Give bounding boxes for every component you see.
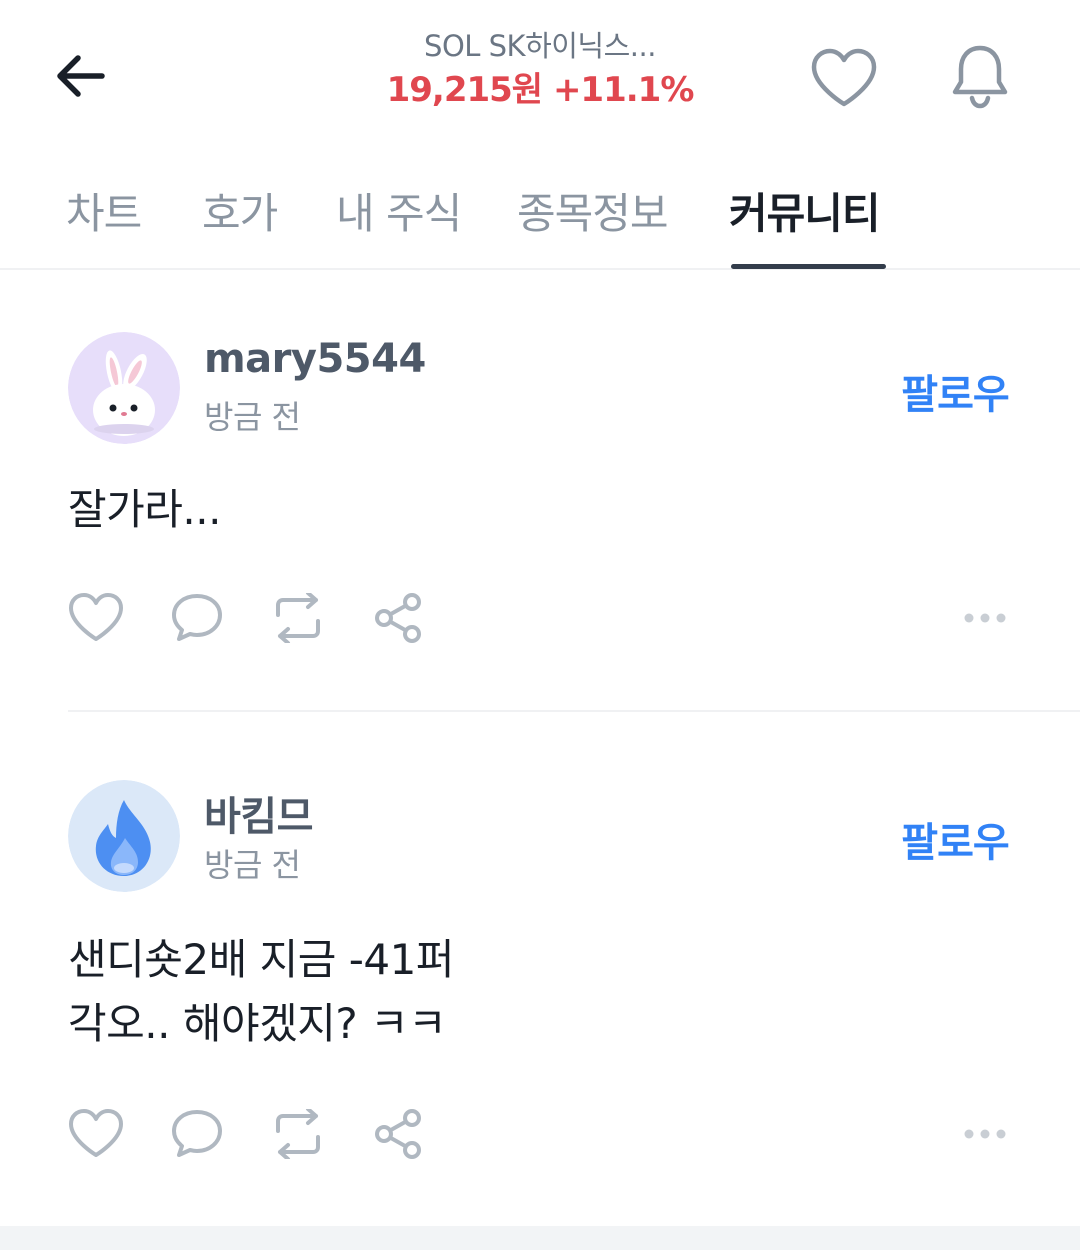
back-arrow-icon	[57, 55, 105, 97]
favorite-button[interactable]	[808, 42, 880, 114]
post-text-line: 잘가라...	[68, 485, 221, 534]
post-text-line: 각오.. 해야겠지? ㅋㅋ	[68, 999, 447, 1048]
repost-icon	[276, 1109, 320, 1159]
avatar[interactable]	[68, 332, 180, 444]
more-options-button[interactable]	[950, 586, 1020, 650]
share-button[interactable]	[367, 1102, 431, 1166]
username[interactable]: mary5544	[204, 336, 426, 382]
active-tab-indicator	[731, 264, 886, 269]
post-actions	[0, 1102, 1080, 1166]
comment-icon	[172, 594, 222, 641]
bell-icon	[952, 45, 1008, 109]
post: 바킴므 방금 전 팔로우 샌디숏2배 지금 -41퍼 각오.. 해야겠지? ㅋㅋ	[0, 712, 1080, 1226]
like-button[interactable]	[64, 1102, 128, 1166]
post-text-line: 샌디숏2배 지금 -41퍼	[68, 935, 455, 984]
stock-name: SOL SK하이닉스...	[424, 29, 656, 63]
tab-community[interactable]: 커뮤니티	[729, 180, 881, 241]
follow-button[interactable]: 팔로우	[880, 362, 1030, 420]
like-icon	[69, 593, 123, 641]
repost-button[interactable]	[266, 1102, 330, 1166]
comment-icon	[172, 1110, 222, 1157]
section-separator	[0, 1226, 1080, 1250]
comment-button[interactable]	[165, 586, 229, 650]
post-time: 방금 전	[204, 398, 301, 436]
post-body: 잘가라...	[68, 478, 221, 542]
top-bar: SOL SK하이닉스... 19,215원 +11.1%	[0, 0, 1080, 150]
tab-my-stock[interactable]: 내 주식	[336, 180, 462, 241]
more-options-button[interactable]	[950, 1102, 1020, 1166]
avatar[interactable]	[68, 780, 180, 892]
like-icon	[69, 1109, 123, 1157]
post-actions	[0, 586, 1080, 650]
stock-price-line: 19,215원 +11.1%	[290, 66, 790, 114]
stock-price: 19,215원	[386, 70, 543, 110]
flame-avatar-icon	[68, 780, 180, 892]
follow-button[interactable]: 팔로우	[880, 810, 1030, 868]
notification-button[interactable]	[944, 40, 1016, 112]
comment-button[interactable]	[165, 1102, 229, 1166]
post-time: 방금 전	[204, 846, 301, 884]
stock-title[interactable]: SOL SK하이닉스... 19,215원 +11.1%	[290, 26, 790, 114]
heart-icon	[811, 48, 877, 107]
share-button[interactable]	[367, 586, 431, 650]
tab-bar: 차트 호가 내 주식 종목정보 커뮤니티	[0, 150, 1080, 270]
tab-chart[interactable]: 차트	[66, 180, 142, 241]
repost-button[interactable]	[266, 586, 330, 650]
more-icon	[964, 613, 1006, 623]
stock-change: +11.1%	[552, 70, 694, 110]
tab-stock-info[interactable]: 종목정보	[517, 180, 669, 241]
post-body: 샌디숏2배 지금 -41퍼 각오.. 해야겠지? ㅋㅋ	[68, 928, 455, 1056]
username[interactable]: 바킴므	[204, 784, 313, 842]
bunny-avatar-icon	[68, 332, 180, 444]
repost-icon	[276, 593, 320, 643]
share-icon	[375, 1109, 421, 1159]
post: mary5544 방금 전 팔로우 잘가라...	[0, 270, 1080, 712]
more-icon	[964, 1129, 1006, 1139]
tab-orderbook[interactable]: 호가	[202, 180, 278, 241]
back-button[interactable]	[48, 44, 112, 108]
like-button[interactable]	[64, 586, 128, 650]
share-icon	[375, 593, 421, 643]
